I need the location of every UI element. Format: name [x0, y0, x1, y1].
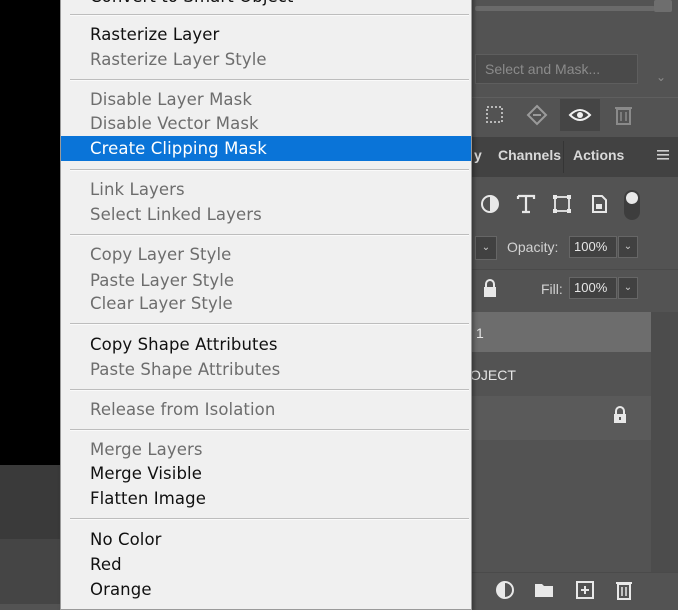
new-layer-icon[interactable]	[574, 579, 596, 601]
canvas-pasteboard	[0, 465, 62, 539]
adjustment-layer-icon[interactable]	[494, 579, 516, 601]
menu-separator	[70, 430, 469, 431]
menu-separator	[70, 324, 469, 325]
type-filter-icon[interactable]	[515, 193, 537, 215]
menu-item-flatten-image[interactable]: Flatten Image	[61, 486, 471, 511]
menu-item-merge-visible[interactable]: Merge Visible	[61, 461, 471, 486]
trash-icon[interactable]	[613, 579, 635, 601]
eye-icon[interactable]	[568, 104, 592, 126]
menu-separator	[70, 235, 469, 236]
opacity-label: Opacity:	[507, 239, 559, 255]
menu-item-create-clipping-mask[interactable]: Create Clipping Mask	[61, 136, 471, 161]
lock-icon	[614, 406, 626, 423]
menu-item-convert-to-smart-object[interactable]: Convert to Smart Object	[61, 0, 471, 9]
menu-item-paste-shape-attributes[interactable]: Paste Shape Attributes	[61, 357, 471, 382]
trash-icon[interactable]	[612, 104, 636, 126]
layer-name: 1	[476, 325, 484, 341]
menu-item-paste-layer-style[interactable]: Paste Layer Style	[61, 268, 471, 293]
properties-scrollbar[interactable]	[475, 6, 655, 11]
menu-separator	[70, 80, 469, 81]
menu-item-select-linked-layers[interactable]: Select Linked Layers	[61, 202, 471, 227]
toggle-knob	[626, 192, 638, 204]
panel-menu-icon[interactable]	[657, 150, 669, 160]
tab-history[interactable]: y	[474, 147, 482, 163]
fill-label: Fill:	[541, 281, 563, 297]
layers-scrollbar[interactable]	[651, 312, 678, 572]
apply-mask-icon[interactable]	[525, 104, 549, 126]
chevron-down-icon[interactable]: ⌄	[656, 70, 666, 84]
lock-all-icon[interactable]	[481, 278, 499, 298]
layer-row[interactable]	[472, 312, 651, 352]
fill-field[interactable]: 100%	[569, 277, 617, 299]
menu-item-orange[interactable]: Orange	[61, 577, 471, 602]
menu-item-no-color[interactable]: No Color	[61, 527, 471, 552]
layer-name: OJECT	[470, 367, 516, 383]
tab-actions[interactable]: Actions	[573, 147, 624, 163]
tab-divider	[563, 141, 564, 173]
menu-separator	[70, 170, 469, 171]
menu-item-copy-shape-attributes[interactable]: Copy Shape Attributes	[61, 332, 471, 357]
fill-dropdown[interactable]: ⌄	[618, 277, 638, 299]
menu-item-disable-layer-mask[interactable]: Disable Layer Mask	[61, 87, 471, 112]
menu-item-copy-layer-style[interactable]: Copy Layer Style	[61, 242, 471, 267]
load-selection-icon[interactable]	[483, 104, 507, 126]
menu-item-disable-vector-mask[interactable]: Disable Vector Mask	[61, 111, 471, 136]
menu-item-rasterize-layer[interactable]: Rasterize Layer	[61, 22, 471, 47]
smart-object-filter-icon[interactable]	[588, 193, 610, 215]
menu-item-rasterize-layer-style[interactable]: Rasterize Layer Style	[61, 47, 471, 72]
tab-channels[interactable]: Channels	[498, 147, 561, 163]
shape-filter-icon[interactable]	[551, 193, 573, 215]
status-bar	[0, 539, 62, 604]
menu-separator	[70, 390, 469, 391]
divider	[472, 97, 678, 98]
menu-item-red[interactable]: Red	[61, 552, 471, 577]
document-canvas[interactable]	[0, 0, 62, 465]
menu-item-link-layers[interactable]: Link Layers	[61, 177, 471, 202]
select-and-mask-button[interactable]: Select and Mask...	[475, 54, 638, 84]
divider	[472, 269, 678, 270]
menu-item-merge-layers[interactable]: Merge Layers	[61, 437, 471, 462]
menu-separator	[70, 519, 469, 520]
opacity-field[interactable]: 100%	[569, 236, 617, 258]
opacity-dropdown[interactable]: ⌄	[618, 236, 638, 258]
menu-separator	[70, 15, 469, 16]
scrollbar-thumb[interactable]	[654, 0, 672, 12]
adjustment-filter-icon[interactable]	[479, 193, 501, 215]
menu-item-release-from-isolation[interactable]: Release from Isolation	[61, 397, 471, 422]
blend-mode-dropdown[interactable]: ⌄	[475, 236, 497, 260]
menu-item-clear-layer-style[interactable]: Clear Layer Style	[61, 291, 471, 316]
folder-icon[interactable]	[533, 579, 555, 601]
